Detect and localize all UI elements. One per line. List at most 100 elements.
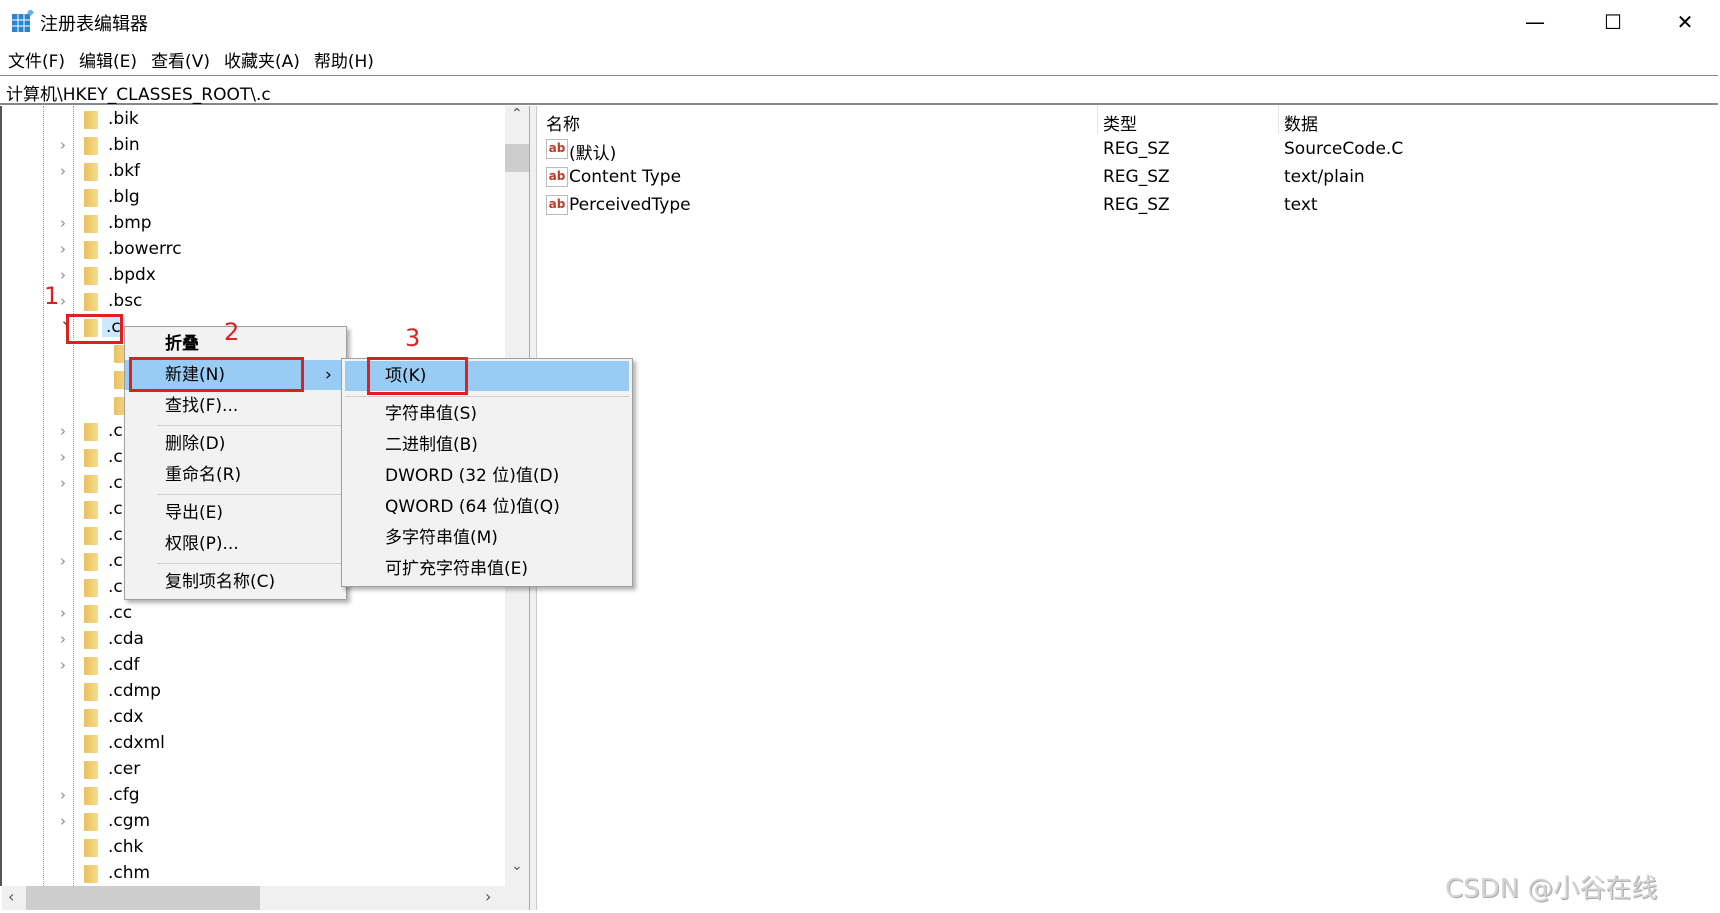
chevron-right-icon[interactable]: ›: [60, 474, 66, 492]
submenu-expandable-string-value[interactable]: 可扩充字符串值(E): [342, 554, 632, 584]
chevron-right-icon[interactable]: ›: [60, 812, 66, 830]
chevron-right-icon[interactable]: ›: [60, 240, 66, 258]
maximize-button[interactable]: ☐: [1578, 0, 1648, 44]
tree-item[interactable]: .bik: [2, 107, 505, 133]
string-value-icon: ab: [546, 139, 568, 159]
folder-icon: [84, 137, 98, 155]
menu-find[interactable]: 查找(F)...: [125, 391, 346, 421]
tree-item[interactable]: .chk: [2, 835, 505, 861]
value-data: text/plain: [1284, 167, 1365, 187]
menu-view[interactable]: 查看(V): [151, 47, 210, 72]
chevron-right-icon[interactable]: ›: [60, 214, 66, 232]
tree-item[interactable]: .cdx: [2, 705, 505, 731]
minimize-button[interactable]: —: [1500, 0, 1570, 44]
tree-item-label: .c: [108, 447, 123, 467]
tree-item[interactable]: › .bowerrc: [2, 237, 505, 263]
scroll-down-icon[interactable]: ⌄: [511, 858, 523, 874]
tree-item-label: .bpdx: [108, 265, 156, 285]
tree-item[interactable]: › .bkf: [2, 159, 505, 185]
value-row[interactable]: ab Content Type REG_SZ text/plain: [537, 163, 1718, 191]
submenu-qword-value[interactable]: QWORD (64 位)值(Q): [342, 492, 632, 522]
tree-item-label: .c: [108, 577, 123, 597]
menu-favorites[interactable]: 收藏夹(A): [224, 47, 300, 72]
tree-vertical-scroll-thumb[interactable]: [505, 144, 529, 172]
folder-icon: [84, 761, 98, 779]
menu-edit[interactable]: 编辑(E): [79, 47, 137, 72]
folder-icon: [84, 865, 98, 883]
annotation-box-2: [129, 357, 304, 392]
tree-item[interactable]: › .cfg: [2, 783, 505, 809]
folder-icon: [84, 501, 98, 519]
tree-item[interactable]: › .bsc: [2, 289, 505, 315]
chevron-right-icon[interactable]: ›: [60, 552, 66, 570]
registry-editor-icon: [12, 10, 34, 32]
tree-item[interactable]: › .bpdx: [2, 263, 505, 289]
chevron-right-icon[interactable]: ›: [60, 656, 66, 674]
annotation-number-2: 2: [224, 318, 240, 346]
tree-item[interactable]: › .bmp: [2, 211, 505, 237]
column-header-name[interactable]: 名称: [546, 110, 580, 135]
tree-item[interactable]: .cer: [2, 757, 505, 783]
annotation-number-1: 1: [44, 282, 60, 310]
menu-copy-key-name[interactable]: 复制项名称(C): [125, 567, 346, 597]
tree-item-label: .cfg: [108, 785, 140, 805]
chevron-right-icon[interactable]: ›: [60, 162, 66, 180]
chevron-right-icon[interactable]: ›: [60, 422, 66, 440]
scroll-left-icon[interactable]: ‹: [8, 887, 14, 906]
tree-item[interactable]: › .cc: [2, 601, 505, 627]
folder-icon: [84, 475, 98, 493]
submenu-dword-value[interactable]: DWORD (32 位)值(D): [342, 461, 632, 491]
tree-horizontal-scroll-thumb[interactable]: [26, 886, 260, 910]
tree-item[interactable]: › .cda: [2, 627, 505, 653]
folder-icon: [84, 163, 98, 181]
tree-item-label: .cc: [108, 603, 133, 623]
tree-item-label: .c: [108, 551, 123, 571]
tree-item-label: .blg: [108, 187, 140, 207]
menu-bar: 文件(F) 编辑(E) 查看(V) 收藏夹(A) 帮助(H): [0, 44, 1720, 75]
watermark: CSDN @小谷在线: [1445, 874, 1658, 904]
tree-item[interactable]: .blg: [2, 185, 505, 211]
menu-rename[interactable]: 重命名(R): [125, 460, 346, 490]
close-button[interactable]: ✕: [1650, 0, 1720, 44]
menu-file[interactable]: 文件(F): [8, 47, 65, 72]
annotation-box-1: [66, 314, 123, 344]
menu-delete[interactable]: 删除(D): [125, 429, 346, 459]
folder-icon: [84, 605, 98, 623]
chevron-right-icon[interactable]: ›: [60, 266, 66, 284]
tree-item-label: .cdxml: [108, 733, 165, 753]
chevron-right-icon[interactable]: ›: [60, 292, 66, 310]
menu-export[interactable]: 导出(E): [125, 498, 346, 528]
folder-icon: [84, 683, 98, 701]
chevron-right-icon[interactable]: ›: [60, 786, 66, 804]
tree-item[interactable]: › .cgm: [2, 809, 505, 835]
address-bar[interactable]: 计算机\HKEY_CLASSES_ROOT\.c: [0, 75, 1718, 105]
scroll-right-icon[interactable]: ›: [485, 887, 491, 906]
tree-item-label: .c: [108, 473, 123, 493]
value-type: REG_SZ: [1103, 195, 1170, 215]
menu-permissions[interactable]: 权限(P)...: [125, 529, 346, 559]
value-row[interactable]: ab PerceivedType REG_SZ text: [537, 191, 1718, 219]
chevron-right-icon[interactable]: ›: [60, 448, 66, 466]
tree-item[interactable]: › .bin: [2, 133, 505, 159]
value-name: (默认): [569, 144, 617, 164]
folder-icon: [84, 787, 98, 805]
chevron-right-icon[interactable]: ›: [60, 604, 66, 622]
submenu-multi-string-value[interactable]: 多字符串值(M): [342, 523, 632, 553]
tree-item[interactable]: › .cdf: [2, 653, 505, 679]
column-header-type[interactable]: 类型: [1103, 110, 1137, 135]
menu-help[interactable]: 帮助(H): [314, 47, 374, 72]
tree-item[interactable]: .chm: [2, 861, 505, 886]
folder-icon: [84, 579, 98, 597]
value-row[interactable]: ab (默认) REG_SZ SourceCode.C: [537, 135, 1718, 164]
folder-icon: [84, 813, 98, 831]
submenu-string-value[interactable]: 字符串值(S): [342, 399, 632, 429]
submenu-binary-value[interactable]: 二进制值(B): [342, 430, 632, 460]
folder-icon: [84, 839, 98, 857]
tree-item[interactable]: .cdxml: [2, 731, 505, 757]
chevron-right-icon[interactable]: ›: [60, 630, 66, 648]
tree-item[interactable]: .cdmp: [2, 679, 505, 705]
column-header-data[interactable]: 数据: [1284, 110, 1318, 135]
chevron-right-icon[interactable]: ›: [60, 136, 66, 154]
folder-icon: [84, 423, 98, 441]
scroll-up-icon[interactable]: ⌃: [511, 106, 523, 122]
